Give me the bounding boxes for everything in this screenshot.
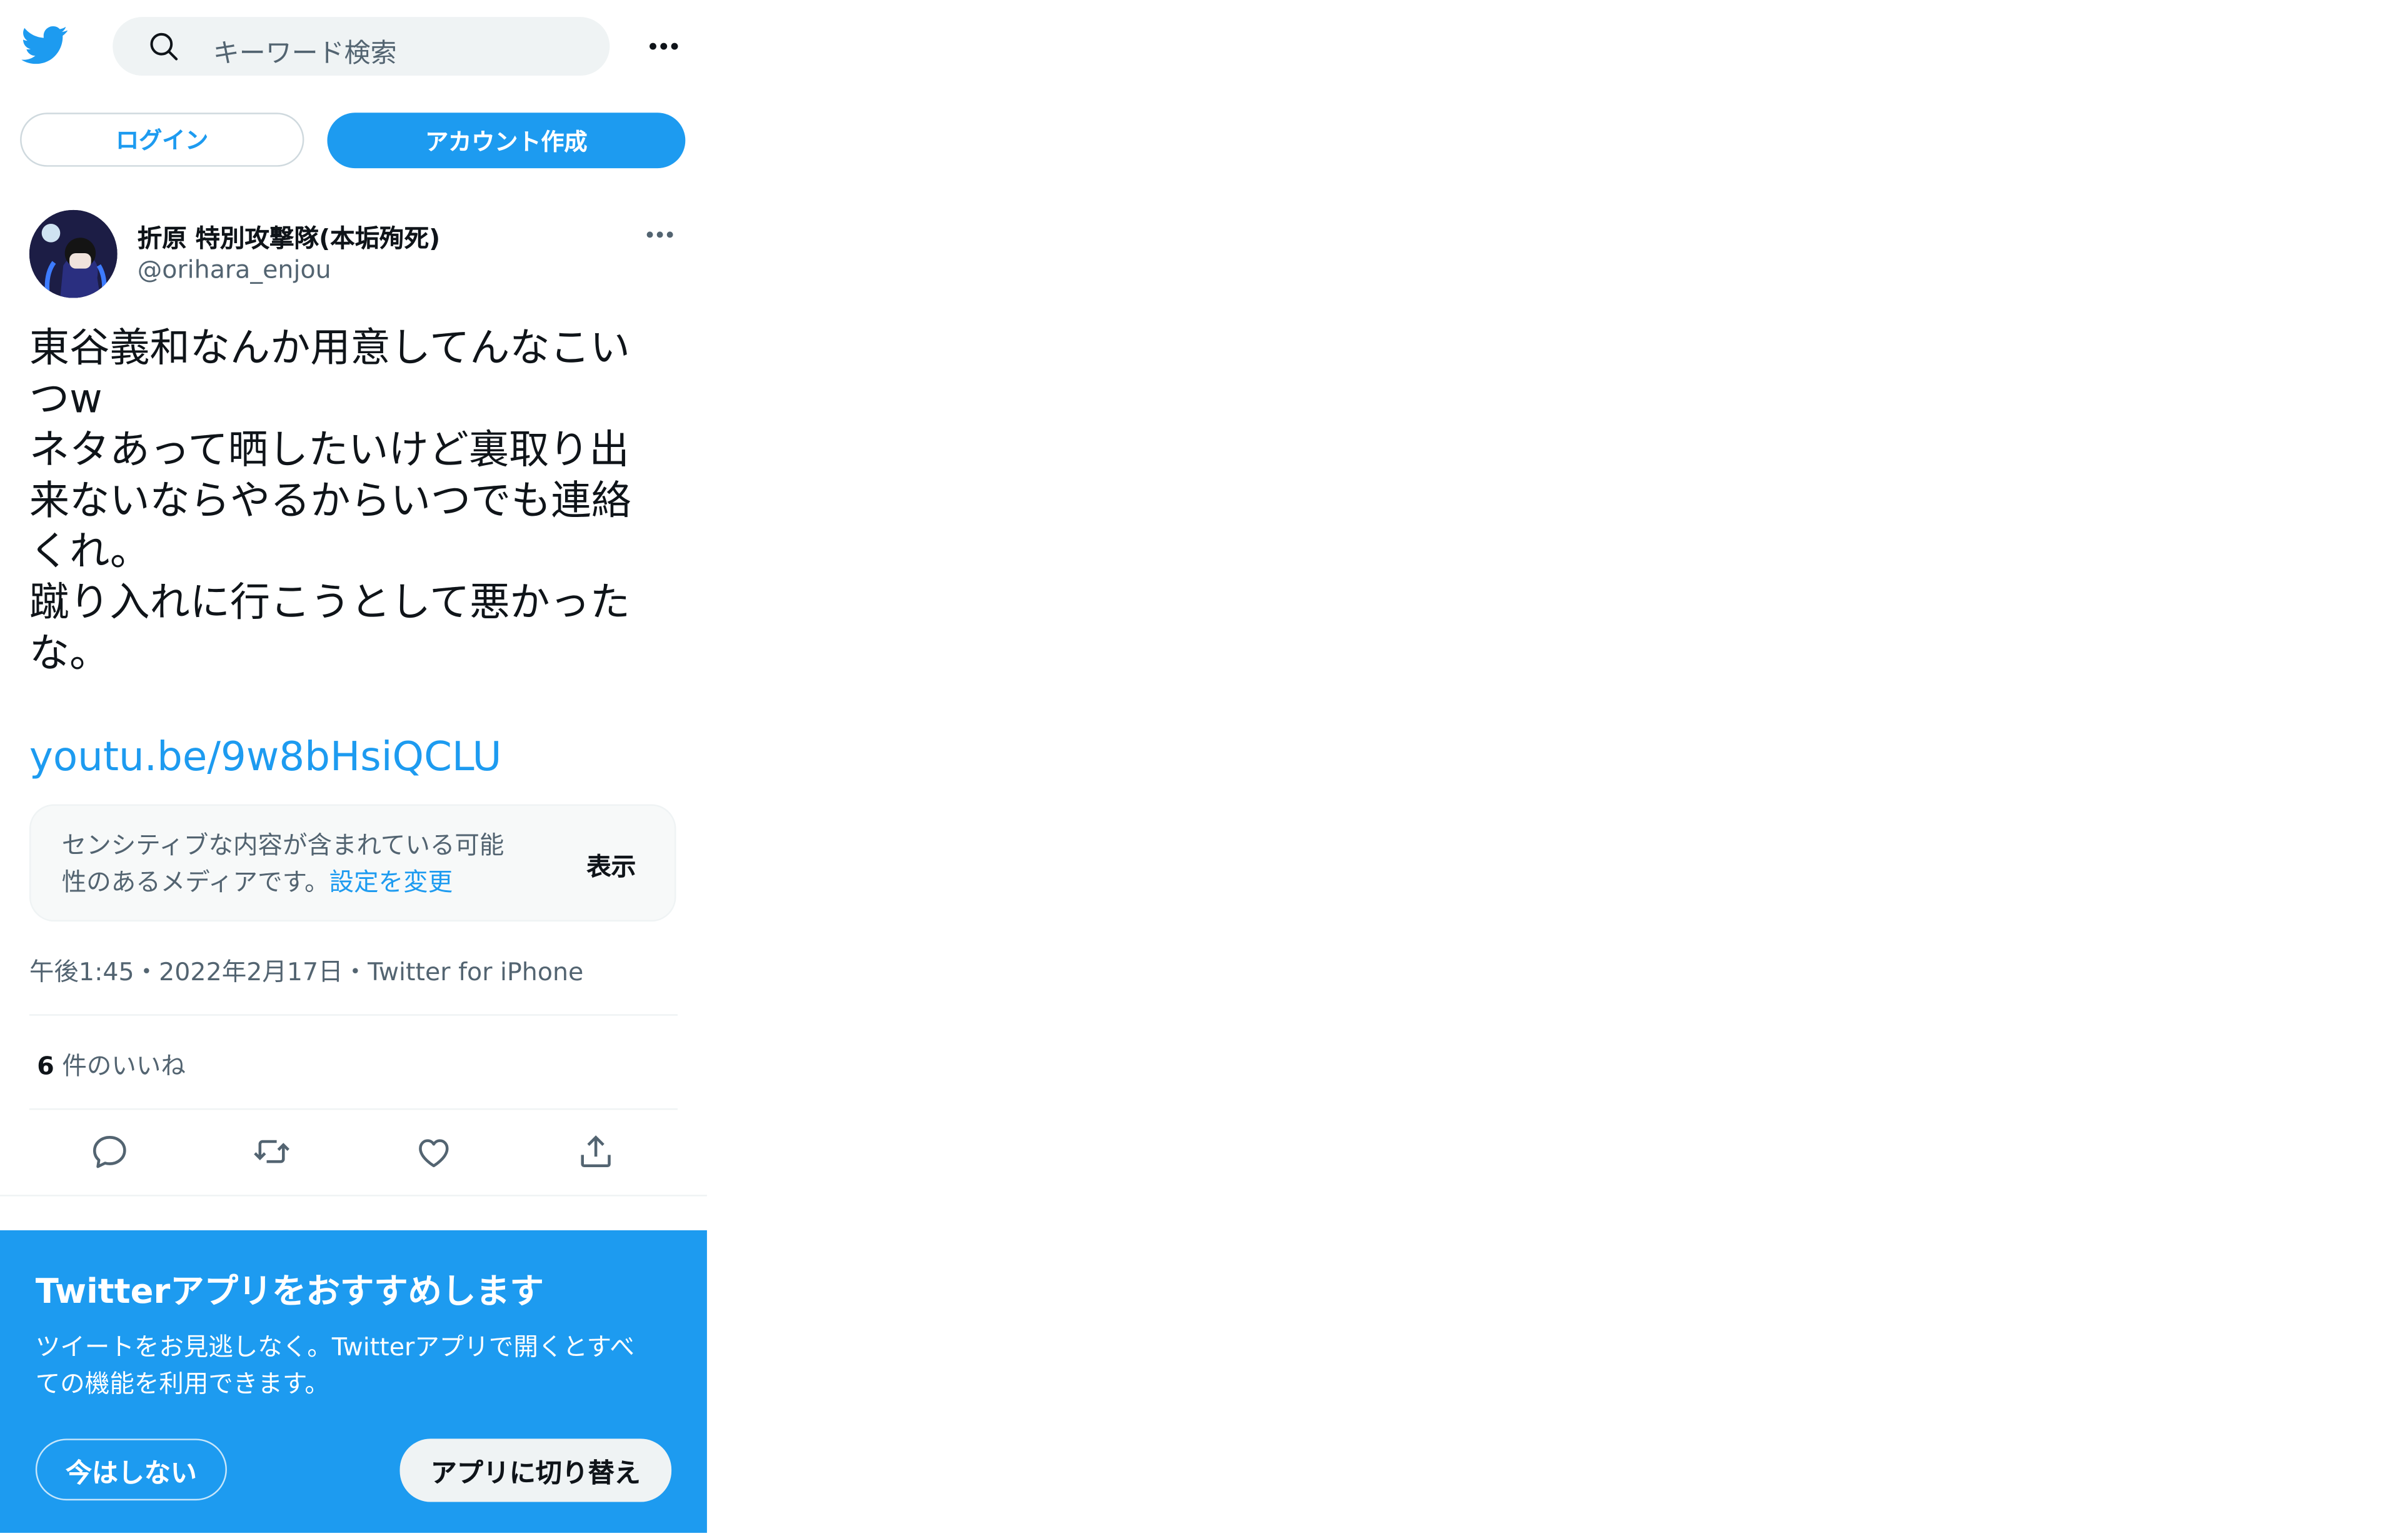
author-name[interactable]: 折原 特別攻撃隊(本垢殉死) [138, 218, 440, 254]
likes-number: 6 [37, 1051, 54, 1081]
retweet-icon[interactable] [251, 1132, 291, 1172]
sensitive-text-line: 性のあるメディアです。 [61, 867, 329, 897]
sensitive-text-line: センシティブな内容が含まれている可能 [61, 830, 504, 860]
banner-text-line: ての機能を利用できます。 [35, 1369, 329, 1399]
sensitive-text: センシティブな内容が含まれている可能 性のあるメディアです。設定を変更 [62, 828, 556, 902]
banner-text: ツイートをお見逃しなく。Twitterアプリで開くとすべ ての機能を利用できます… [36, 1329, 684, 1403]
banner-text-line: ツイートをお見逃しなく。Twitterアプリで開くとすべ [35, 1332, 635, 1362]
likes-label: 件のいいね [54, 1051, 186, 1081]
show-media-button[interactable]: 表示 [586, 846, 636, 883]
app-promo-banner: Twitterアプリをおすすめします ツイートをお見逃しなく。Twitterアプ… [0, 1230, 707, 1533]
tweet-timestamp[interactable]: 午後1:45・2022年2月17日・Twitter for iPhone [29, 951, 583, 988]
tweet-text-line: つw [29, 376, 103, 423]
banner-title: Twitterアプリをおすすめします [35, 1273, 544, 1312]
page: キーワード検索 ログイン アカウント作成 折原 特別攻撃隊(本垢殉死) @ori… [0, 0, 2408, 1536]
avatar[interactable] [29, 209, 118, 298]
tweet-text-line: 来ないならやるからいつでも連絡 [29, 478, 631, 525]
tweet-text-line: ネタあって晒したいけど裏取り出 [29, 427, 630, 474]
divider [29, 1108, 678, 1110]
more-options-icon[interactable] [641, 25, 687, 68]
tweet-link[interactable]: youtu.be/9w8bHsiQCLU [29, 731, 502, 784]
divider [29, 1014, 678, 1016]
change-settings-link[interactable]: 設定を変更 [329, 868, 453, 897]
not-now-button[interactable]: 今はしない [35, 1438, 227, 1501]
twitter-logo-icon[interactable] [21, 22, 68, 68]
search-bar[interactable]: キーワード検索 [113, 17, 610, 76]
reply-icon[interactable] [89, 1132, 129, 1172]
like-icon[interactable] [414, 1132, 454, 1172]
divider [0, 1195, 707, 1197]
create-account-button[interactable]: アカウント作成 [327, 113, 686, 169]
author-handle[interactable]: @orihara_enjou [138, 254, 331, 284]
tweet-more-icon[interactable] [636, 216, 682, 253]
tweet-text-line: 蹴り入れに行こうとして悪かった [29, 580, 631, 627]
tweet-text-line: くれ。 [29, 529, 151, 576]
tweet-text-line: な。 [29, 631, 110, 678]
share-icon[interactable] [576, 1132, 616, 1172]
tweet-text-line: 東谷義和なんか用意してんなこい [29, 326, 631, 373]
login-button[interactable]: ログイン [20, 113, 304, 167]
switch-to-app-button[interactable]: アプリに切り替え [399, 1438, 672, 1502]
search-icon [147, 29, 181, 63]
sensitive-media-notice: センシティブな内容が含まれている可能 性のあるメディアです。設定を変更 表示 [29, 804, 676, 922]
tweet-text: 東谷義和なんか用意してんなこい つw ネタあって晒したいけど裏取り出 来ないなら… [29, 324, 678, 681]
likes-count[interactable]: 6 件のいいね [37, 1045, 186, 1082]
search-placeholder: キーワード検索 [213, 38, 397, 70]
